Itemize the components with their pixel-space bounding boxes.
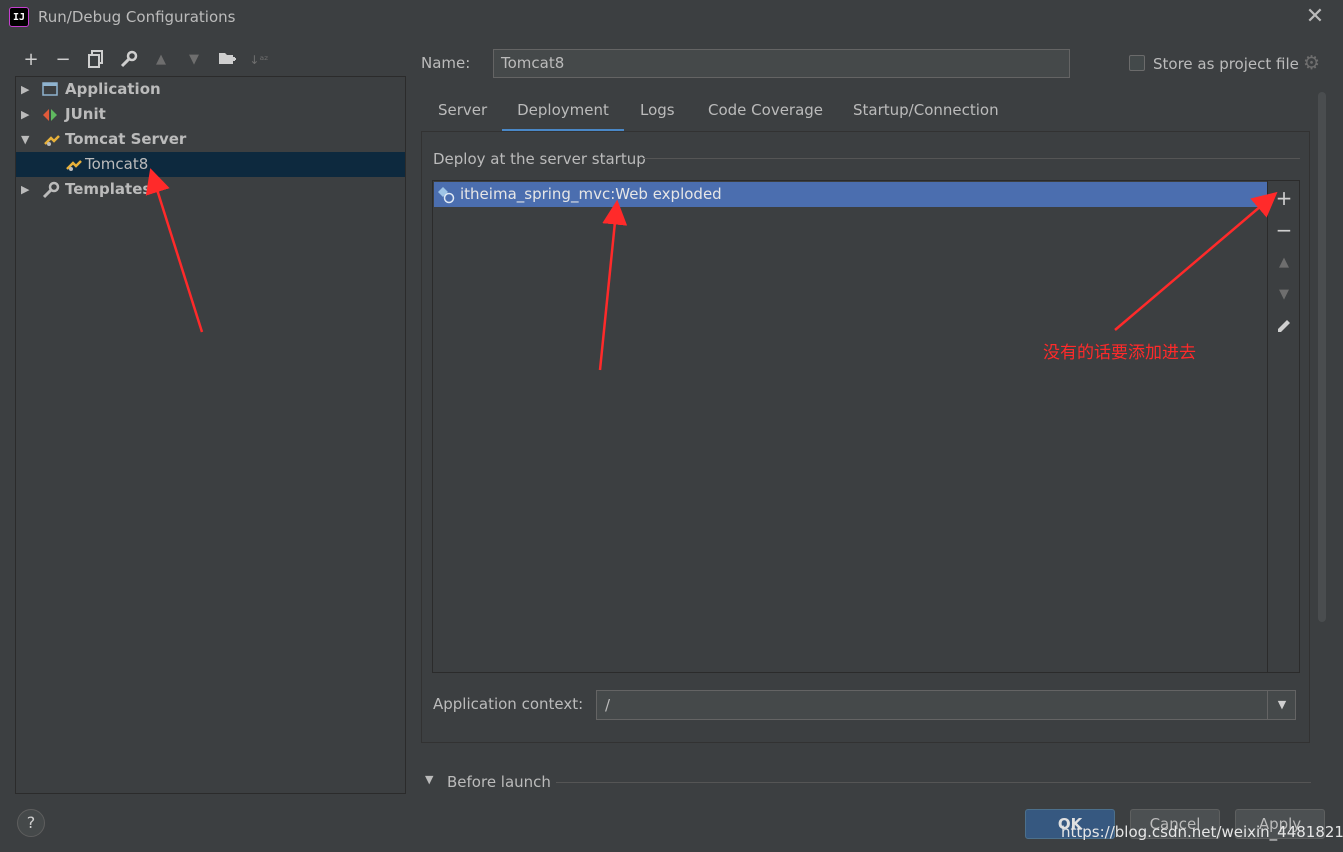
watermark: https://blog.csdn.net/weixin_44818215 xyxy=(1061,823,1343,841)
annotation-arrow-artifact xyxy=(598,199,628,371)
annotation-arrows xyxy=(145,168,1278,371)
annotation-note: 没有的话要添加进去 xyxy=(1043,343,1196,363)
annotation-arrow-add xyxy=(1114,191,1278,331)
annotation-arrow-tomcat8 xyxy=(145,168,204,333)
